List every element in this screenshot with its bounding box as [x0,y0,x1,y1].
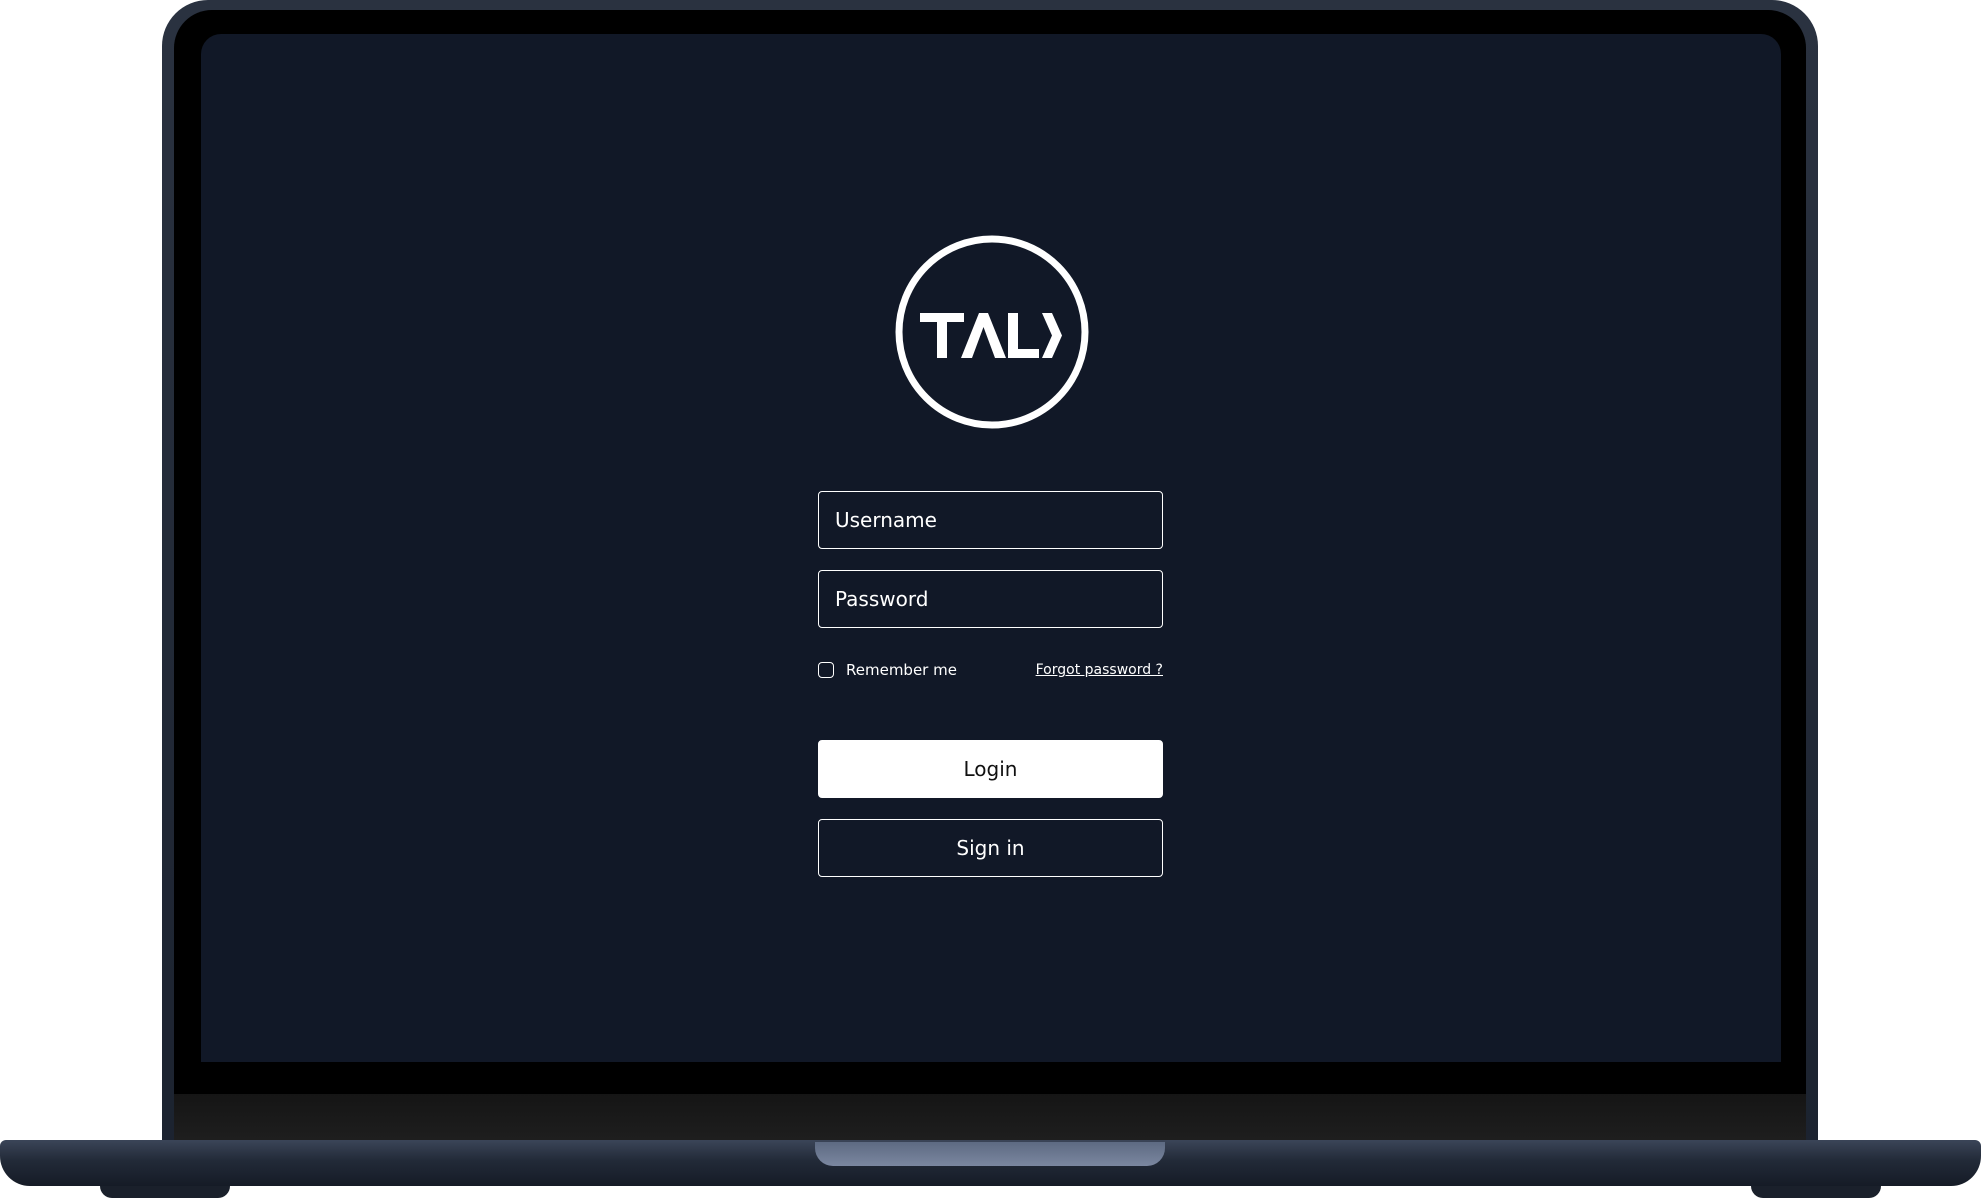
remember-me-label: Remember me [846,661,957,679]
remember-me-toggle[interactable]: Remember me [818,661,957,679]
login-options-row: Remember me Forgot password ? [818,658,1163,682]
laptop-mockup: Remember me Forgot password ? Login Sign… [0,0,1981,1200]
talk-logo-icon [895,235,1089,429]
laptop-opening-notch [815,1142,1165,1166]
login-screen: Remember me Forgot password ? Login Sign… [201,34,1781,1062]
remember-me-checkbox[interactable] [818,662,834,678]
password-input[interactable] [818,570,1163,628]
forgot-password-link[interactable]: Forgot password ? [1036,662,1163,678]
laptop-chin [174,1094,1806,1140]
laptop-foot-left [100,1186,230,1198]
username-input[interactable] [818,491,1163,549]
login-button[interactable]: Login [818,740,1163,798]
sign-in-button[interactable]: Sign in [818,819,1163,877]
laptop-foot-right [1751,1186,1881,1198]
